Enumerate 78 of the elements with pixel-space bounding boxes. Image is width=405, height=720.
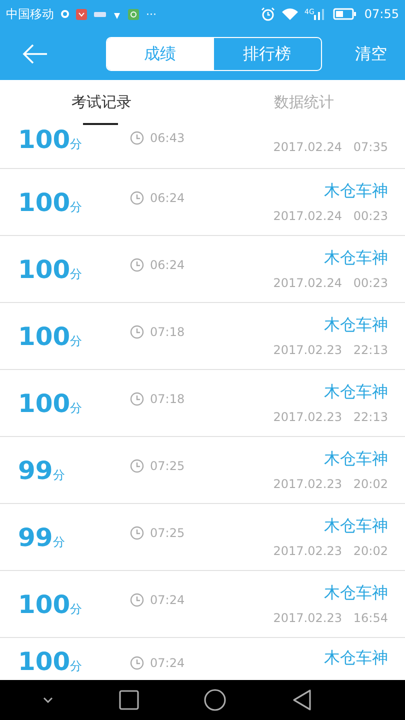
user-name: 木仓车神 — [324, 516, 388, 537]
record-row[interactable]: 99分 07:25 木仓车神 2017.02.23 20:02 — [0, 437, 405, 504]
record-row[interactable]: 99分 07:25 木仓车神 2017.02.23 20:02 — [0, 504, 405, 571]
battery-icon — [333, 8, 358, 20]
clear-button[interactable]: 清空 — [351, 40, 391, 68]
notification-icon — [128, 8, 139, 20]
back-button[interactable] — [20, 42, 50, 66]
record-row[interactable]: 100分 06:24 木仓车神 2017.02.24 00:23 — [0, 169, 405, 236]
wifi-icon — [282, 8, 298, 20]
user-name: 木仓车神 — [324, 315, 388, 336]
duration-text: 07:18 — [150, 392, 185, 406]
record-date: 2017.02.24 07:35 — [273, 140, 388, 154]
score-unit: 分 — [70, 332, 82, 350]
score-value: 100 — [18, 648, 70, 676]
duration-text: 07:24 — [150, 593, 185, 607]
score-unit: 分 — [52, 534, 65, 550]
user-name: 木仓车神 — [324, 648, 388, 669]
score-unit: 分 — [70, 198, 82, 216]
record-row[interactable]: 100分 07:24 木仓车神 2017.02.23 16:54 — [0, 571, 405, 638]
notification-icon — [61, 10, 69, 18]
notification-icon — [76, 8, 87, 20]
duration-text: 07:25 — [150, 459, 185, 473]
record-date: 2017.02.23 22:13 — [273, 343, 388, 357]
record-row[interactable]: 100分 06:24 木仓车神 2017.02.24 00:23 — [0, 236, 405, 303]
score-value: 100 — [18, 125, 70, 154]
score-unit: 分 — [70, 400, 82, 416]
clock-icon — [130, 656, 144, 670]
duration-text: 07:24 — [150, 656, 185, 670]
duration-text: 06:24 — [150, 258, 185, 272]
user-name: 木仓车神 — [324, 449, 388, 470]
signal-icon — [314, 8, 326, 20]
clock-icon — [130, 526, 144, 540]
score-unit: 分 — [70, 266, 82, 282]
score-value: 100 — [18, 322, 70, 350]
score-unit: 分 — [70, 600, 82, 618]
segment-tab[interactable]: 成绩 — [106, 38, 214, 70]
notification-icon — [94, 12, 106, 16]
record-date: 2017.02.24 00:23 — [273, 276, 388, 290]
record-date: 2017.02.23 16:54 — [273, 611, 388, 625]
record-date: 2017.02.23 20:02 — [273, 544, 388, 558]
home-button[interactable] — [204, 689, 226, 711]
back-nav-button[interactable] — [292, 689, 312, 711]
duration-text: 06:24 — [150, 191, 185, 205]
score-value: 99 — [18, 456, 53, 484]
clock-icon — [130, 258, 144, 272]
clock-time: 07:55 — [364, 7, 399, 21]
score-value: 100 — [18, 188, 70, 216]
alarm-icon — [260, 7, 275, 21]
record-row[interactable]: 100分 07:18 木仓车神 2017.02.23 22:13 — [0, 370, 405, 437]
score-value: 100 — [18, 254, 70, 284]
record-row[interactable]: 100分 07:18 木仓车神 2017.02.23 22:13 — [0, 303, 405, 370]
user-name: 木仓车神 — [324, 181, 388, 202]
clock-icon — [130, 191, 144, 205]
collapse-button[interactable] — [42, 697, 53, 703]
record-date: 2017.02.23 22:13 — [273, 410, 388, 424]
user-name: 木仓车神 — [324, 382, 388, 403]
carrier-name: 中国移动 — [6, 6, 54, 22]
record-date: 2017.02.24 00:23 — [273, 209, 388, 223]
recents-button[interactable] — [118, 690, 139, 710]
score-value: 100 — [18, 388, 70, 418]
duration-text: 06:43 — [150, 131, 185, 145]
score-unit: 分 — [70, 136, 82, 153]
clock-icon — [130, 392, 144, 406]
segment-tab[interactable]: 排行榜 — [214, 38, 320, 70]
score-unit: 分 — [52, 466, 65, 484]
user-name: 木仓车神 — [324, 248, 388, 269]
score-value: 99 — [18, 522, 53, 552]
clock-icon — [130, 325, 144, 339]
duration-text: 07:18 — [150, 325, 185, 339]
score-unit: 分 — [70, 660, 82, 674]
more-notifications: ··· — [146, 8, 156, 20]
user-name: 木仓车神 — [324, 583, 388, 604]
duration-text: 07:25 — [150, 526, 185, 540]
clock-icon — [130, 131, 144, 145]
record-date: 2017.02.23 20:02 — [273, 477, 388, 491]
clock-icon — [130, 593, 144, 607]
clock-icon — [130, 459, 144, 473]
score-value: 100 — [18, 590, 70, 618]
